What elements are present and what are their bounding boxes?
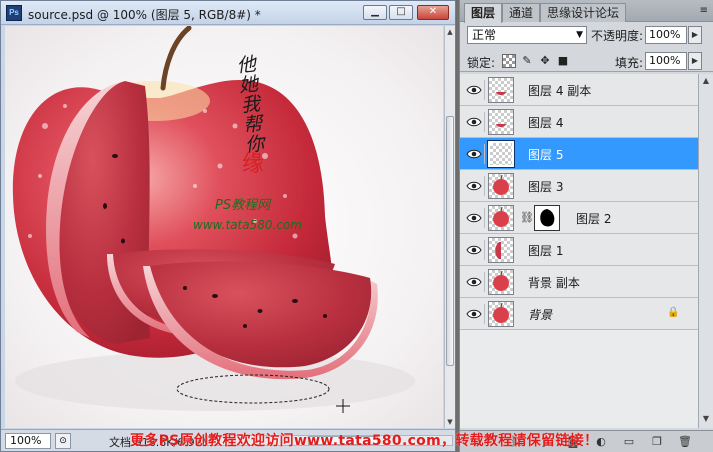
layer-row[interactable]: 图层 5 <box>460 138 698 170</box>
lock-row: 锁定: ✎ ✥ ■ 填充: 100% ▶ <box>460 50 713 72</box>
maximize-button[interactable]: □ <box>389 5 413 20</box>
new-layer-icon[interactable]: ❐ <box>650 435 664 449</box>
close-button[interactable]: ✕ <box>417 5 449 20</box>
layer-thumbnail[interactable] <box>488 269 514 295</box>
site-url-text: www.tata580.com <box>193 218 302 232</box>
layer-name: 图层 1 <box>528 244 564 258</box>
layer-thumbnail[interactable] <box>488 237 514 263</box>
lock-transparent-pixels-icon[interactable] <box>502 54 516 68</box>
layer-row[interactable]: 背景 副本 <box>460 266 698 298</box>
layer-thumbnail[interactable] <box>488 77 514 103</box>
tab-layers[interactable]: 图层 <box>464 3 503 23</box>
opacity-field[interactable]: 100% <box>645 26 687 44</box>
layer-name: 背景 <box>528 308 553 322</box>
watermark-text: 更多PS原创教程欢迎访问www.tata580.com，转载教程请保留链接！ <box>130 433 599 449</box>
scroll-up-arrow-icon[interactable]: ▲ <box>701 76 711 88</box>
lock-position-move-icon[interactable]: ✥ <box>538 54 552 68</box>
new-group-folder-icon[interactable]: ▭ <box>622 435 636 449</box>
layer-name: 图层 4 副本 <box>528 84 592 98</box>
layer-thumbnail[interactable] <box>488 173 514 199</box>
scroll-down-arrow-icon[interactable]: ▼ <box>446 417 454 427</box>
layer-name: 图层 4 <box>528 116 564 130</box>
layer-thumbnail[interactable] <box>488 301 514 327</box>
layer-name: 图层 2 <box>576 212 612 226</box>
layers-scrollbar[interactable]: ▲ ▼ <box>698 74 713 428</box>
layer-row[interactable]: 图层 1 <box>460 234 698 266</box>
layers-list: 图层 4 副本 图层 4 图层 5 图层 3 ⛓ 图层 2 图层 1 背景 副本背景 🔒 <box>460 74 698 428</box>
blend-mode-value: 正常 <box>472 28 497 42</box>
layer-mask-thumbnail[interactable] <box>534 205 560 231</box>
mask-link-chain-icon[interactable]: ⛓ <box>520 211 534 224</box>
delete-layer-trash-icon[interactable]: 🗑 <box>678 435 692 449</box>
tab-channels[interactable]: 通道 <box>502 3 541 22</box>
layer-name: 背景 副本 <box>528 276 580 290</box>
fill-slider-arrow-icon[interactable]: ▶ <box>688 52 702 70</box>
panel-menu-icon[interactable]: ≡ <box>700 5 708 16</box>
layer-thumbnail[interactable] <box>488 109 514 135</box>
status-menu-icon[interactable]: ⊙ <box>55 433 71 449</box>
layer-row[interactable]: 图层 3 <box>460 170 698 202</box>
layer-row[interactable]: 图层 4 <box>460 106 698 138</box>
layer-thumbnail[interactable] <box>488 205 514 231</box>
lock-all-icon[interactable]: ■ <box>556 54 570 68</box>
vertical-scrollbar[interactable]: ▲ ▼ <box>444 26 455 428</box>
layer-thumbnail[interactable] <box>487 140 515 168</box>
image-canvas[interactable]: 他她我帮你 缘 PS教程网 www.tata580.com <box>5 26 443 428</box>
document-window: Ps source.psd @ 100% (图层 5, RGB/8#) * ▁ … <box>0 0 456 452</box>
eye-visibility-icon[interactable] <box>463 272 485 292</box>
layers-panel: 图层 通道 思缘设计论坛 ≡ 正常 ▼ 不透明度: 100% ▶ 锁定: ✎ ✥… <box>459 0 713 452</box>
zoom-field[interactable]: 100% <box>5 433 51 449</box>
layer-row[interactable]: 背景 🔒 <box>460 298 698 330</box>
lock-label: 锁定: <box>467 56 496 70</box>
layer-row[interactable]: 图层 4 副本 <box>460 74 698 106</box>
tab-forum[interactable]: 思缘设计论坛 <box>540 3 627 22</box>
eye-visibility-icon[interactable] <box>463 240 485 260</box>
layer-name: 图层 5 <box>528 148 564 162</box>
minimize-button[interactable]: ▁ <box>363 5 387 20</box>
site-title-text: PS教程网 <box>215 198 271 213</box>
lock-image-pixels-brush-icon[interactable]: ✎ <box>520 54 534 68</box>
eye-visibility-icon[interactable] <box>463 80 485 100</box>
fill-field[interactable]: 100% <box>645 52 687 70</box>
panel-tab-bar: 图层 通道 思缘设计论坛 ≡ <box>460 0 713 23</box>
eye-visibility-icon[interactable] <box>463 112 485 132</box>
eye-visibility-icon[interactable] <box>463 208 485 228</box>
scroll-up-arrow-icon[interactable]: ▲ <box>446 27 454 37</box>
vertical-scroll-thumb[interactable] <box>446 116 454 366</box>
chevron-down-icon: ▼ <box>576 30 583 40</box>
lock-icon: 🔒 <box>667 307 680 318</box>
document-title: source.psd @ 100% (图层 5, RGB/8#) * <box>28 8 261 22</box>
opacity-slider-arrow-icon[interactable]: ▶ <box>688 26 702 44</box>
opacity-label: 不透明度: <box>591 29 644 43</box>
blend-options-row: 正常 ▼ 不透明度: 100% ▶ <box>460 23 713 47</box>
red-seal-stamp: 缘 <box>241 152 264 177</box>
document-title-bar[interactable]: Ps source.psd @ 100% (图层 5, RGB/8#) * ▁ … <box>1 1 455 25</box>
blend-mode-select[interactable]: 正常 ▼ <box>467 26 587 44</box>
eye-visibility-icon[interactable] <box>463 304 485 324</box>
fill-label: 填充: <box>615 56 644 70</box>
layer-name: 图层 3 <box>528 180 564 194</box>
scroll-down-arrow-icon[interactable]: ▼ <box>701 414 711 426</box>
apple-stem <box>160 26 192 91</box>
eye-visibility-icon[interactable] <box>463 176 485 196</box>
layer-row[interactable]: ⛓ 图层 2 <box>460 202 698 234</box>
eye-visibility-icon[interactable] <box>463 144 485 164</box>
photoshop-logo-icon: Ps <box>6 5 22 21</box>
